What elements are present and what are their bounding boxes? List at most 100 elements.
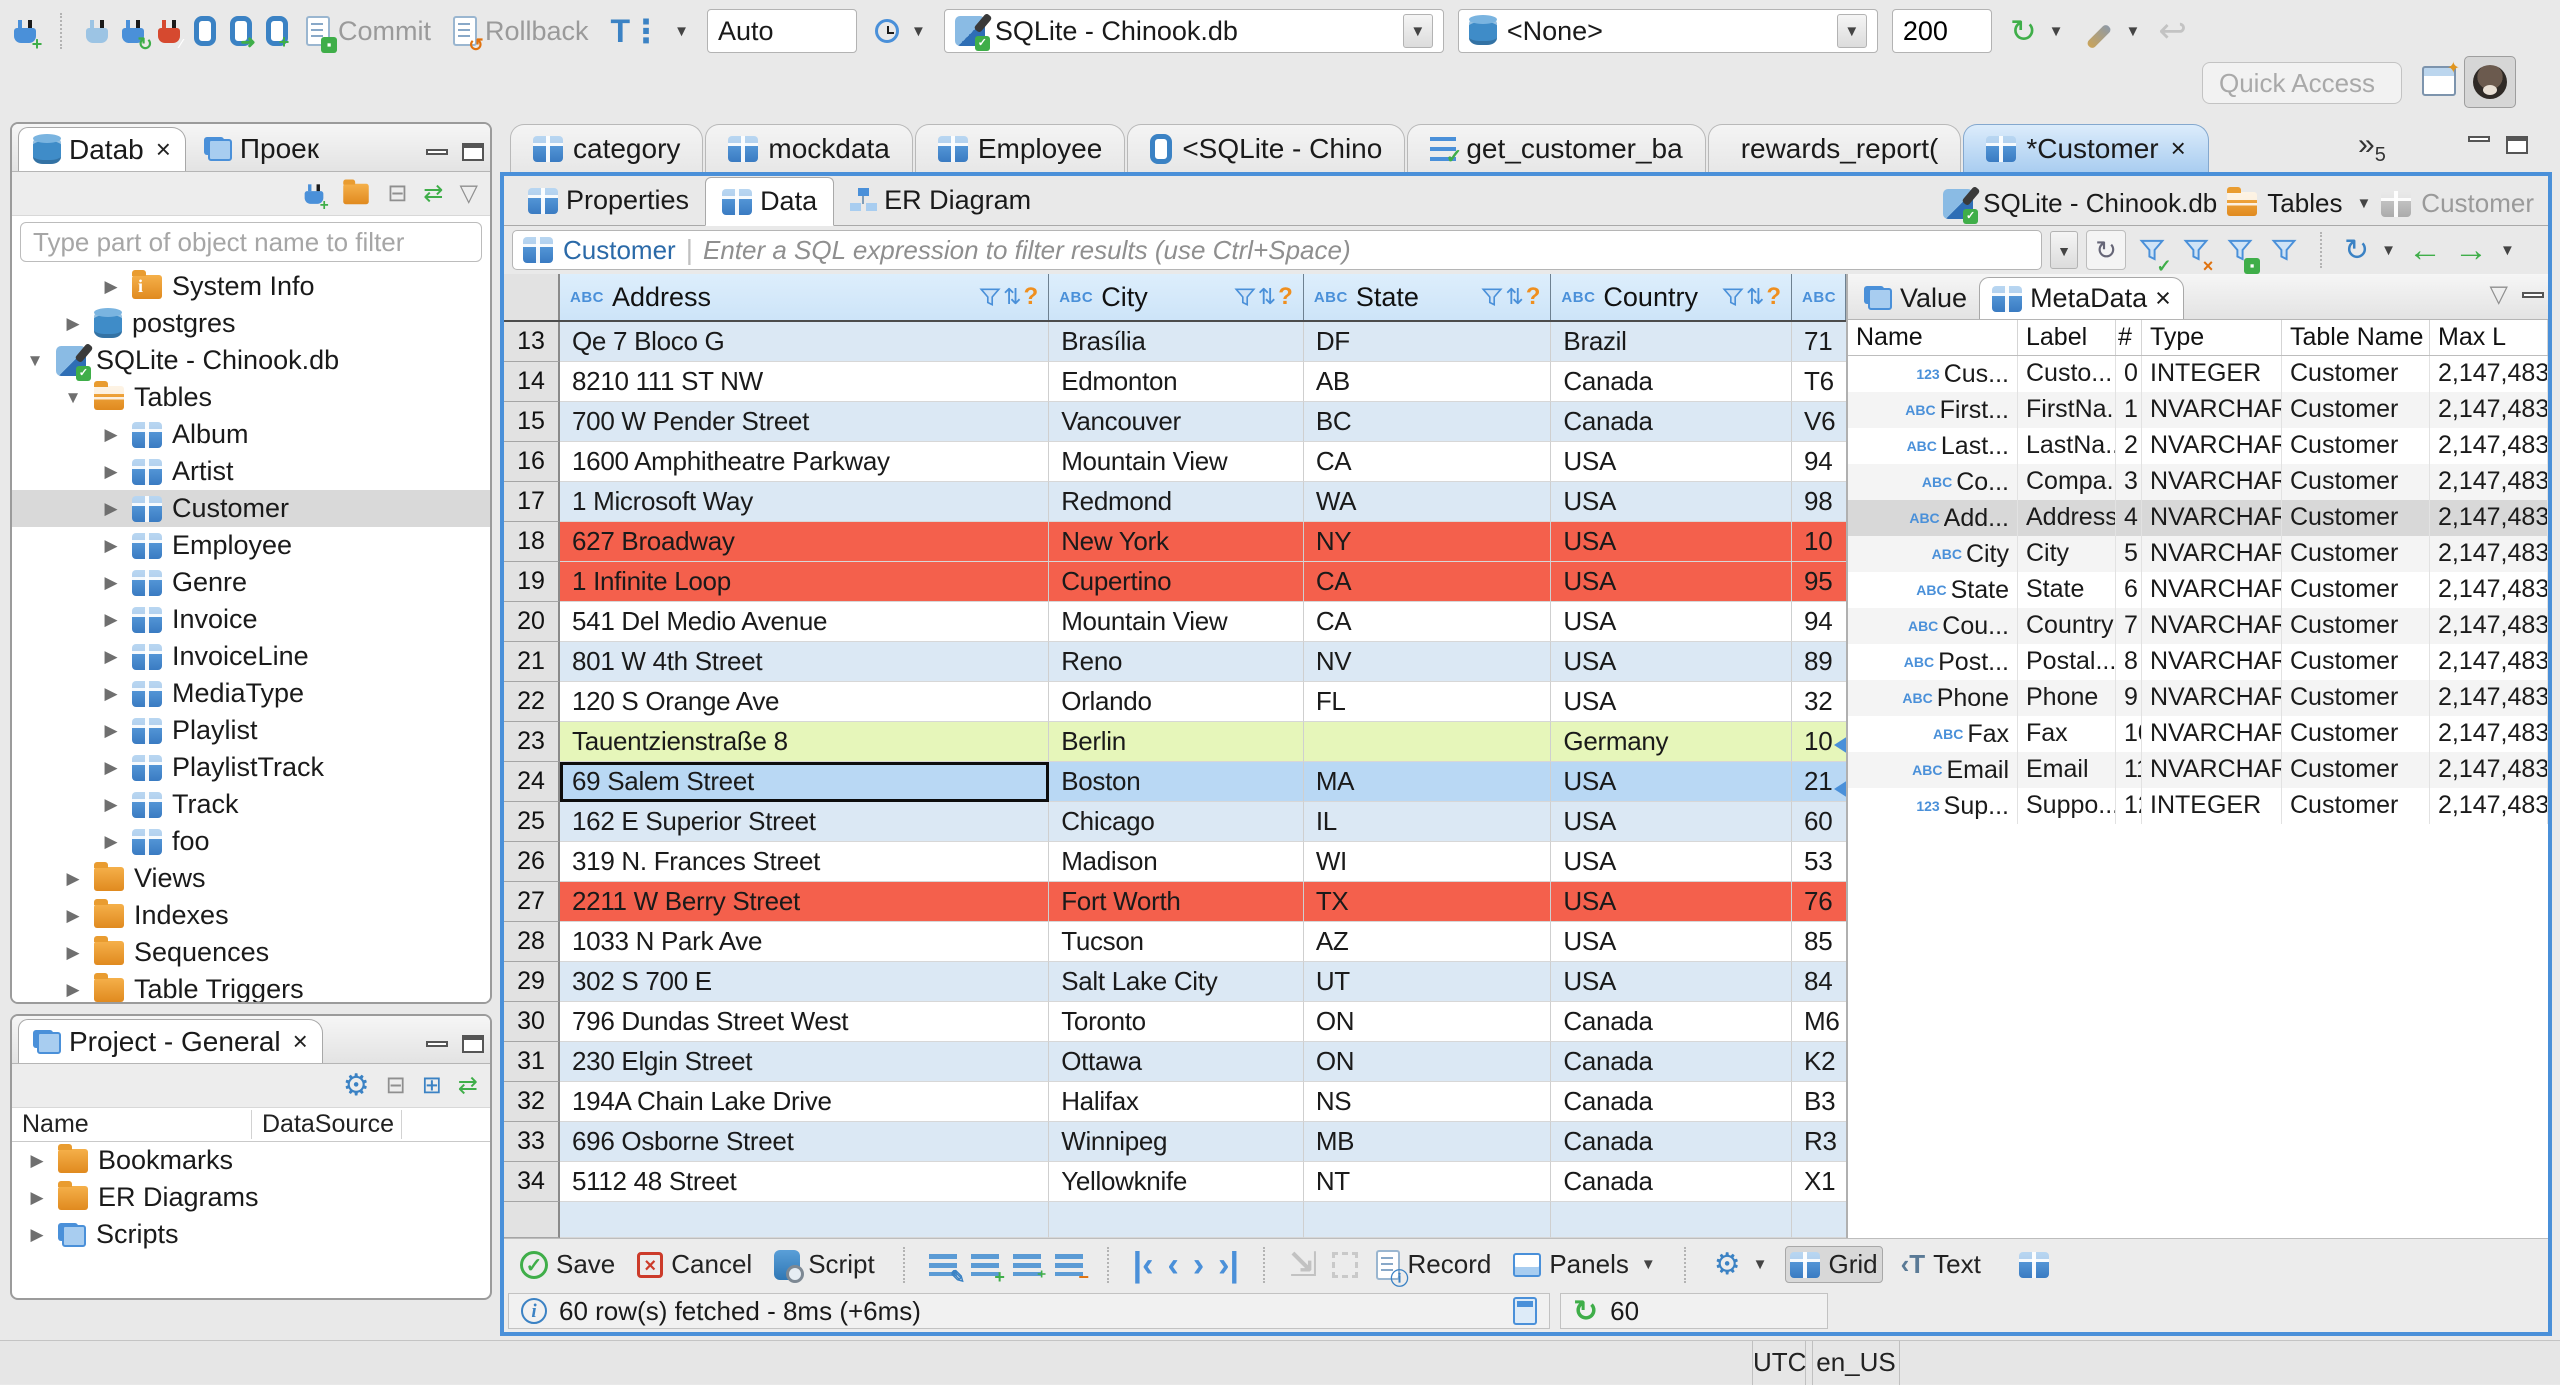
grid-cell[interactable]: USA — [1551, 682, 1793, 722]
editor-tab[interactable]: <SQLite - Chino × — [1127, 124, 1406, 172]
grid-cell[interactable]: USA — [1551, 482, 1793, 522]
grid-cell[interactable]: Redmond — [1049, 482, 1304, 522]
grid-cell[interactable] — [1303, 1202, 1552, 1238]
transaction-mode-button[interactable]: T⋮ ▼ — [607, 10, 693, 52]
row-number[interactable]: 28 — [504, 922, 560, 962]
tree-item[interactable]: ▶ InvoiceLine — [12, 638, 490, 675]
grid-cell[interactable]: Canada — [1551, 1082, 1793, 1122]
table-row[interactable]: 16 1600 Amphitheatre Parkway Mountain Vi… — [504, 442, 1846, 482]
grid-cell[interactable]: WA — [1303, 482, 1552, 522]
new-connection-icon[interactable]: + — [14, 19, 42, 53]
breadcrumb-table[interactable]: Customer — [2421, 188, 2534, 219]
grid-cell[interactable]: Vancouver — [1049, 402, 1304, 442]
table-row[interactable]: 25 162 E Superior Street Chicago IL USA … — [504, 802, 1846, 842]
grid-cell[interactable]: ON — [1303, 1042, 1552, 1082]
minimize-icon[interactable] — [2468, 136, 2490, 142]
grid-cell[interactable]: 302 S 700 E — [560, 962, 1050, 1002]
grid-cell[interactable]: 194A Chain Lake Drive — [560, 1082, 1050, 1122]
save-button[interactable]: ✓ Save — [516, 1247, 619, 1282]
grid-cell[interactable]: USA — [1551, 962, 1793, 1002]
sql-editor-icon[interactable] — [194, 16, 216, 46]
grid-cell[interactable]: MB — [1303, 1122, 1552, 1162]
editor-tab[interactable]: *Customer × — [1963, 124, 2209, 172]
row-number[interactable]: 26 — [504, 842, 560, 882]
grid-cell[interactable]: USA — [1551, 922, 1793, 962]
transaction-auto-combo[interactable]: Auto — [706, 9, 857, 53]
grid-cell[interactable]: Germany — [1551, 722, 1793, 762]
grid-cell[interactable]: NT — [1303, 1162, 1552, 1202]
tab-metadata[interactable]: MetaData × — [1979, 277, 2184, 319]
grid-cell[interactable]: Yellowknife — [1049, 1162, 1304, 1202]
connection-combo[interactable]: SQLite - Chinook.db ▼ — [943, 9, 1444, 53]
grid-cell[interactable]: Fort Worth — [1049, 882, 1304, 922]
editor-tab[interactable]: get_customer_ba × — [1407, 124, 1706, 172]
grid-cell[interactable]: USA — [1551, 842, 1793, 882]
grid-cell[interactable]: 71 — [1792, 322, 1846, 362]
tree-item[interactable]: ▶ MediaType — [12, 675, 490, 712]
grid-cell[interactable]: USA — [1551, 802, 1793, 842]
metadata-row[interactable]: ABC City City 5 NVARCHAR Customer 2,147,4… — [1848, 536, 2548, 572]
script-button[interactable]: Script — [770, 1247, 878, 1283]
auto-refresh-button[interactable]: ↻ ▼ — [2340, 231, 2400, 270]
chevron-down-icon[interactable]: ▼ — [1402, 14, 1433, 48]
expander-icon[interactable]: ▶ — [26, 1151, 48, 1171]
grid-cell[interactable]: 120 S Orange Ave — [560, 682, 1050, 722]
timezone-indicator[interactable]: UTC — [1752, 1341, 1806, 1385]
maximize-icon[interactable] — [462, 1035, 484, 1053]
expander-icon[interactable]: ▶ — [100, 573, 122, 593]
table-row[interactable]: 33 696 Osborne Street Winnipeg MB Canada… — [504, 1122, 1846, 1162]
grid-column-header[interactable]: ABC State ⇅ ? — [1303, 274, 1552, 320]
filter-input[interactable]: Customer | Enter a SQL expression to fil… — [512, 230, 2042, 270]
grid-cell[interactable]: 796 Dundas Street West — [560, 1002, 1050, 1042]
grid-cell[interactable]: USA — [1551, 762, 1793, 802]
tree-item[interactable]: ▶ System Info — [12, 268, 490, 305]
metadata-column-header[interactable]: Label — [2018, 320, 2116, 355]
grid-cell[interactable]: Canada — [1551, 1042, 1793, 1082]
grid-cell[interactable]: Salt Lake City — [1049, 962, 1304, 1002]
table-row[interactable]: 31 230 Elgin Street Ottawa ON Canada K2 — [504, 1042, 1846, 1082]
grid-cell[interactable]: USA — [1551, 642, 1793, 682]
grid-cell[interactable]: R3 — [1792, 1122, 1846, 1162]
grid-cell[interactable]: 60 — [1792, 802, 1846, 842]
expander-icon[interactable]: ▶ — [62, 943, 84, 963]
expander-icon[interactable]: ▶ — [100, 425, 122, 445]
open-sql-script-icon[interactable]: ➜ — [230, 16, 256, 51]
metadata-row[interactable]: 123Sup... Suppo... 12 INTEGER Customer 2… — [1848, 788, 2548, 824]
row-number[interactable]: 22 — [504, 682, 560, 722]
table-row[interactable]: 30 796 Dundas Street West Toronto ON Can… — [504, 1002, 1846, 1042]
grid-cell[interactable]: 94 — [1792, 602, 1846, 642]
table-row[interactable]: 20 541 Del Medio Avenue Mountain View CA… — [504, 602, 1846, 642]
metadata-column-header[interactable]: Max L — [2430, 320, 2548, 355]
metadata-row[interactable]: ABCCo... Compa... 3 NVARCHAR Customer 2,… — [1848, 464, 2548, 500]
grid-cell[interactable]: X1 — [1792, 1162, 1846, 1202]
cancel-button[interactable]: × Cancel — [633, 1247, 756, 1282]
custom-filter-icon[interactable] — [2266, 230, 2302, 270]
gear-icon[interactable]: ⚙ — [343, 1070, 370, 1101]
rollback-button[interactable]: ↺ Rollback — [449, 14, 593, 54]
collapse-all-icon[interactable]: ⊟ — [387, 179, 407, 208]
minimize-icon[interactable] — [426, 149, 448, 155]
grid-cell[interactable]: 319 N. Frances Street — [560, 842, 1050, 882]
grid-cell[interactable]: USA — [1551, 562, 1793, 602]
new-folder-icon[interactable] — [343, 179, 370, 204]
grid-cell[interactable]: Tauentzienstraße 8 — [560, 722, 1050, 762]
table-row[interactable]: 34 5112 48 Street Yellowknife NT Canada … — [504, 1162, 1846, 1202]
table-row[interactable]: 28 1033 N Park Ave Tucson AZ USA 85 — [504, 922, 1846, 962]
grid-cell[interactable]: CA — [1303, 442, 1552, 482]
fetch-size-input[interactable] — [1891, 9, 1992, 53]
expander-icon[interactable]: ▶ — [100, 758, 122, 778]
minimize-icon[interactable] — [2522, 291, 2544, 298]
expander-icon[interactable]: ▶ — [62, 314, 84, 334]
schema-combo[interactable]: <None> ▼ — [1457, 9, 1878, 53]
column-header-datasource[interactable]: DataSource — [252, 1110, 402, 1139]
grid-cell[interactable]: CA — [1303, 562, 1552, 602]
tab-database-navigator[interactable]: Datab × — [18, 127, 186, 171]
row-number[interactable]: 16 — [504, 442, 560, 482]
grid-cell[interactable]: 84 — [1792, 962, 1846, 1002]
grid-cell[interactable]: AB — [1303, 362, 1552, 402]
tree-item[interactable]: ▶ Views — [12, 860, 490, 897]
tree-item[interactable]: ▶ postgres — [12, 305, 490, 342]
table-row[interactable]: 19 1 Infinite Loop Cupertino CA USA 95 — [504, 562, 1846, 602]
grid-column-header[interactable]: ABC Country ⇅ ? — [1551, 274, 1793, 320]
grid-cell[interactable]: USA — [1551, 882, 1793, 922]
